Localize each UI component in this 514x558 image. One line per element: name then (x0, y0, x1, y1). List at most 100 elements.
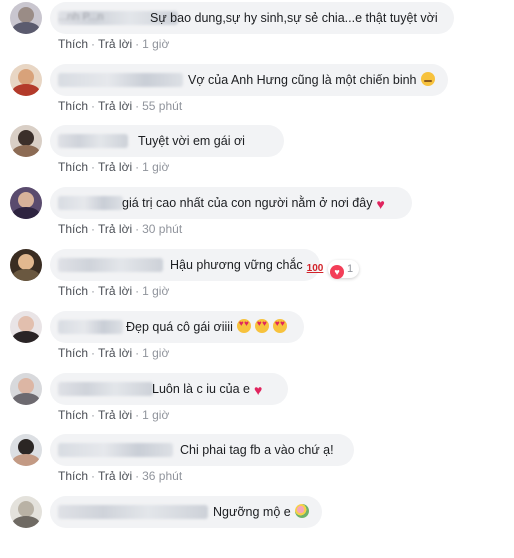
reply-link[interactable]: Trả lời (98, 284, 132, 298)
comment-actions: Thích · Trả lời · 1 giờ (58, 408, 169, 422)
like-link[interactable]: Thích (58, 469, 88, 483)
avatar[interactable] (10, 125, 42, 157)
separator: · (91, 408, 96, 422)
separator: · (135, 408, 140, 422)
avatar-body (12, 269, 40, 281)
comment-text-content: Ngưỡng mộ e (213, 505, 291, 519)
comment-actions: Thích · Trả lời · 1 giờ (58, 37, 169, 51)
avatar[interactable] (10, 496, 42, 528)
comment-timestamp[interactable]: 55 phút (142, 99, 182, 113)
comment-bubble: ...nh P...n Sự bao dung,sự hy sinh,sự sẻ … (50, 2, 454, 34)
like-link[interactable]: Thích (58, 99, 88, 113)
comment-text-content: Chi phai tag fb a vào chứ ạ! (180, 443, 334, 457)
avatar[interactable] (10, 434, 42, 466)
separator: · (135, 99, 140, 113)
avatar-face (18, 439, 34, 455)
comment-timestamp[interactable]: 1 giờ (142, 408, 169, 422)
comment-item: Ngưỡng mộ e (0, 496, 514, 558)
author-name-blurred[interactable] (58, 443, 173, 457)
comment-text-content: Vợ của Anh Hưng cũng là một chiến binh (188, 73, 417, 87)
comment-bubble: Vợ của Anh Hưng cũng là một chiến binh (50, 64, 448, 96)
heart-eyes-emoji-icon (272, 319, 287, 333)
avatar[interactable] (10, 2, 42, 34)
comment-text-content: Hậu phương vững chắc (170, 258, 303, 272)
avatar-body (12, 207, 40, 219)
reaction-count: 1 (347, 263, 354, 275)
avatar-face (18, 501, 34, 517)
comment-bubble: Tuyệt vời em gái ơi (50, 125, 284, 157)
comment-actions: Thích · Trả lời · 36 phút (58, 469, 182, 483)
separator: · (135, 346, 140, 360)
comment-item: Hậu phương vững chắc 100 ♥ 1 Thích · Trả lời · 1… (0, 249, 514, 311)
comment-text-content: Đẹp quá cô gái ơiiii (126, 320, 233, 334)
comment-bubble: Ngưỡng mộ e (50, 496, 322, 528)
avatar-body (12, 331, 40, 343)
reply-link[interactable]: Trả lời (98, 160, 132, 174)
avatar-body (12, 516, 40, 528)
separator: · (135, 469, 140, 483)
avatar[interactable] (10, 373, 42, 405)
comment-timestamp[interactable]: 1 giờ (142, 160, 169, 174)
comment-timestamp[interactable]: 30 phút (142, 222, 182, 236)
comment-item: Vợ của Anh Hưng cũng là một chiến binh Th… (0, 64, 514, 126)
separator: · (91, 222, 96, 236)
comment-text: Sự bao dung,sự hy sinh,sự sẻ chia...e th… (150, 10, 438, 26)
author-name-blurred[interactable] (58, 382, 153, 396)
avatar[interactable] (10, 64, 42, 96)
reply-link[interactable]: Trả lời (98, 222, 132, 236)
avatar-body (12, 393, 40, 405)
comment-timestamp[interactable]: 36 phút (142, 469, 182, 483)
comment-text: Đẹp quá cô gái ơiiii (126, 319, 287, 335)
avatar-face (18, 316, 34, 332)
author-name-blurred[interactable] (58, 196, 123, 210)
comment-timestamp[interactable]: 1 giờ (142, 284, 169, 298)
avatar-face (18, 254, 34, 270)
reply-link[interactable]: Trả lời (98, 408, 132, 422)
comment-timestamp[interactable]: 1 giờ (142, 346, 169, 360)
comment-text: Hậu phương vững chắc 100 (170, 257, 323, 276)
heart-emoji-icon: ♥ (254, 382, 263, 398)
comment-item: Tuyệt vời em gái ơi Thích · Trả lời · 1 giờ (0, 125, 514, 187)
smirk-emoji-icon (420, 72, 435, 86)
like-link[interactable]: Thích (58, 222, 88, 236)
like-link[interactable]: Thích (58, 37, 88, 51)
separator: · (91, 99, 96, 113)
comment-bubble: Đẹp quá cô gái ơiiii (50, 311, 304, 343)
comment-item: giá trị cao nhất của con người nằm ở nơi… (0, 187, 514, 249)
author-name-blurred[interactable] (58, 73, 183, 87)
separator: · (91, 37, 96, 51)
comment-text: Tuyệt vời em gái ơi (138, 133, 245, 149)
comment-item: Đẹp quá cô gái ơiiiiThích·Trả lời·1 giờ (0, 311, 514, 373)
author-name-blurred[interactable] (58, 134, 128, 148)
author-name-blurred[interactable] (58, 505, 208, 519)
author-name-blurred[interactable] (58, 320, 123, 334)
like-link[interactable]: Thích (58, 284, 88, 298)
separator: · (91, 160, 96, 174)
comment-text: Ngưỡng mộ e (213, 504, 309, 520)
author-name-blurred[interactable] (58, 258, 163, 272)
comment-bubble: giá trị cao nhất của con người nằm ở nơi… (50, 187, 412, 219)
comment-timestamp[interactable]: 1 giờ (142, 37, 169, 51)
avatar[interactable] (10, 187, 42, 219)
reply-link[interactable]: Trả lời (98, 99, 132, 113)
avatar-face (18, 378, 34, 394)
comment-item: Chi phai tag fb a vào chứ ạ! Thích · Trả lờ… (0, 434, 514, 496)
hundred-emoji-icon: 100 (306, 263, 324, 274)
reaction-count-badge[interactable]: ♥ 1 (328, 260, 360, 279)
comment-actions: Thích · Trả lời · 1 giờ (58, 346, 169, 360)
avatar-body (12, 145, 40, 157)
comment-text: Vợ của Anh Hưng cũng là một chiến binh (188, 72, 435, 88)
avatar[interactable] (10, 249, 42, 281)
bouquet-emoji-icon (294, 504, 309, 518)
avatar[interactable] (10, 311, 42, 343)
like-link[interactable]: Thích (58, 160, 88, 174)
reply-link[interactable]: Trả lời (98, 346, 132, 360)
avatar-body (12, 84, 40, 96)
like-link[interactable]: Thích (58, 408, 88, 422)
reply-link[interactable]: Trả lời (98, 469, 132, 483)
reply-link[interactable]: Trả lời (98, 37, 132, 51)
comment-text-content: Luôn là c iu của e (152, 382, 250, 396)
like-link[interactable]: Thích (58, 346, 88, 360)
comment-bubble: Hậu phương vững chắc 100 (50, 249, 323, 281)
comment-item: ...nh P...n Sự bao dung,sự hy sinh,sự sẻ … (0, 2, 514, 64)
